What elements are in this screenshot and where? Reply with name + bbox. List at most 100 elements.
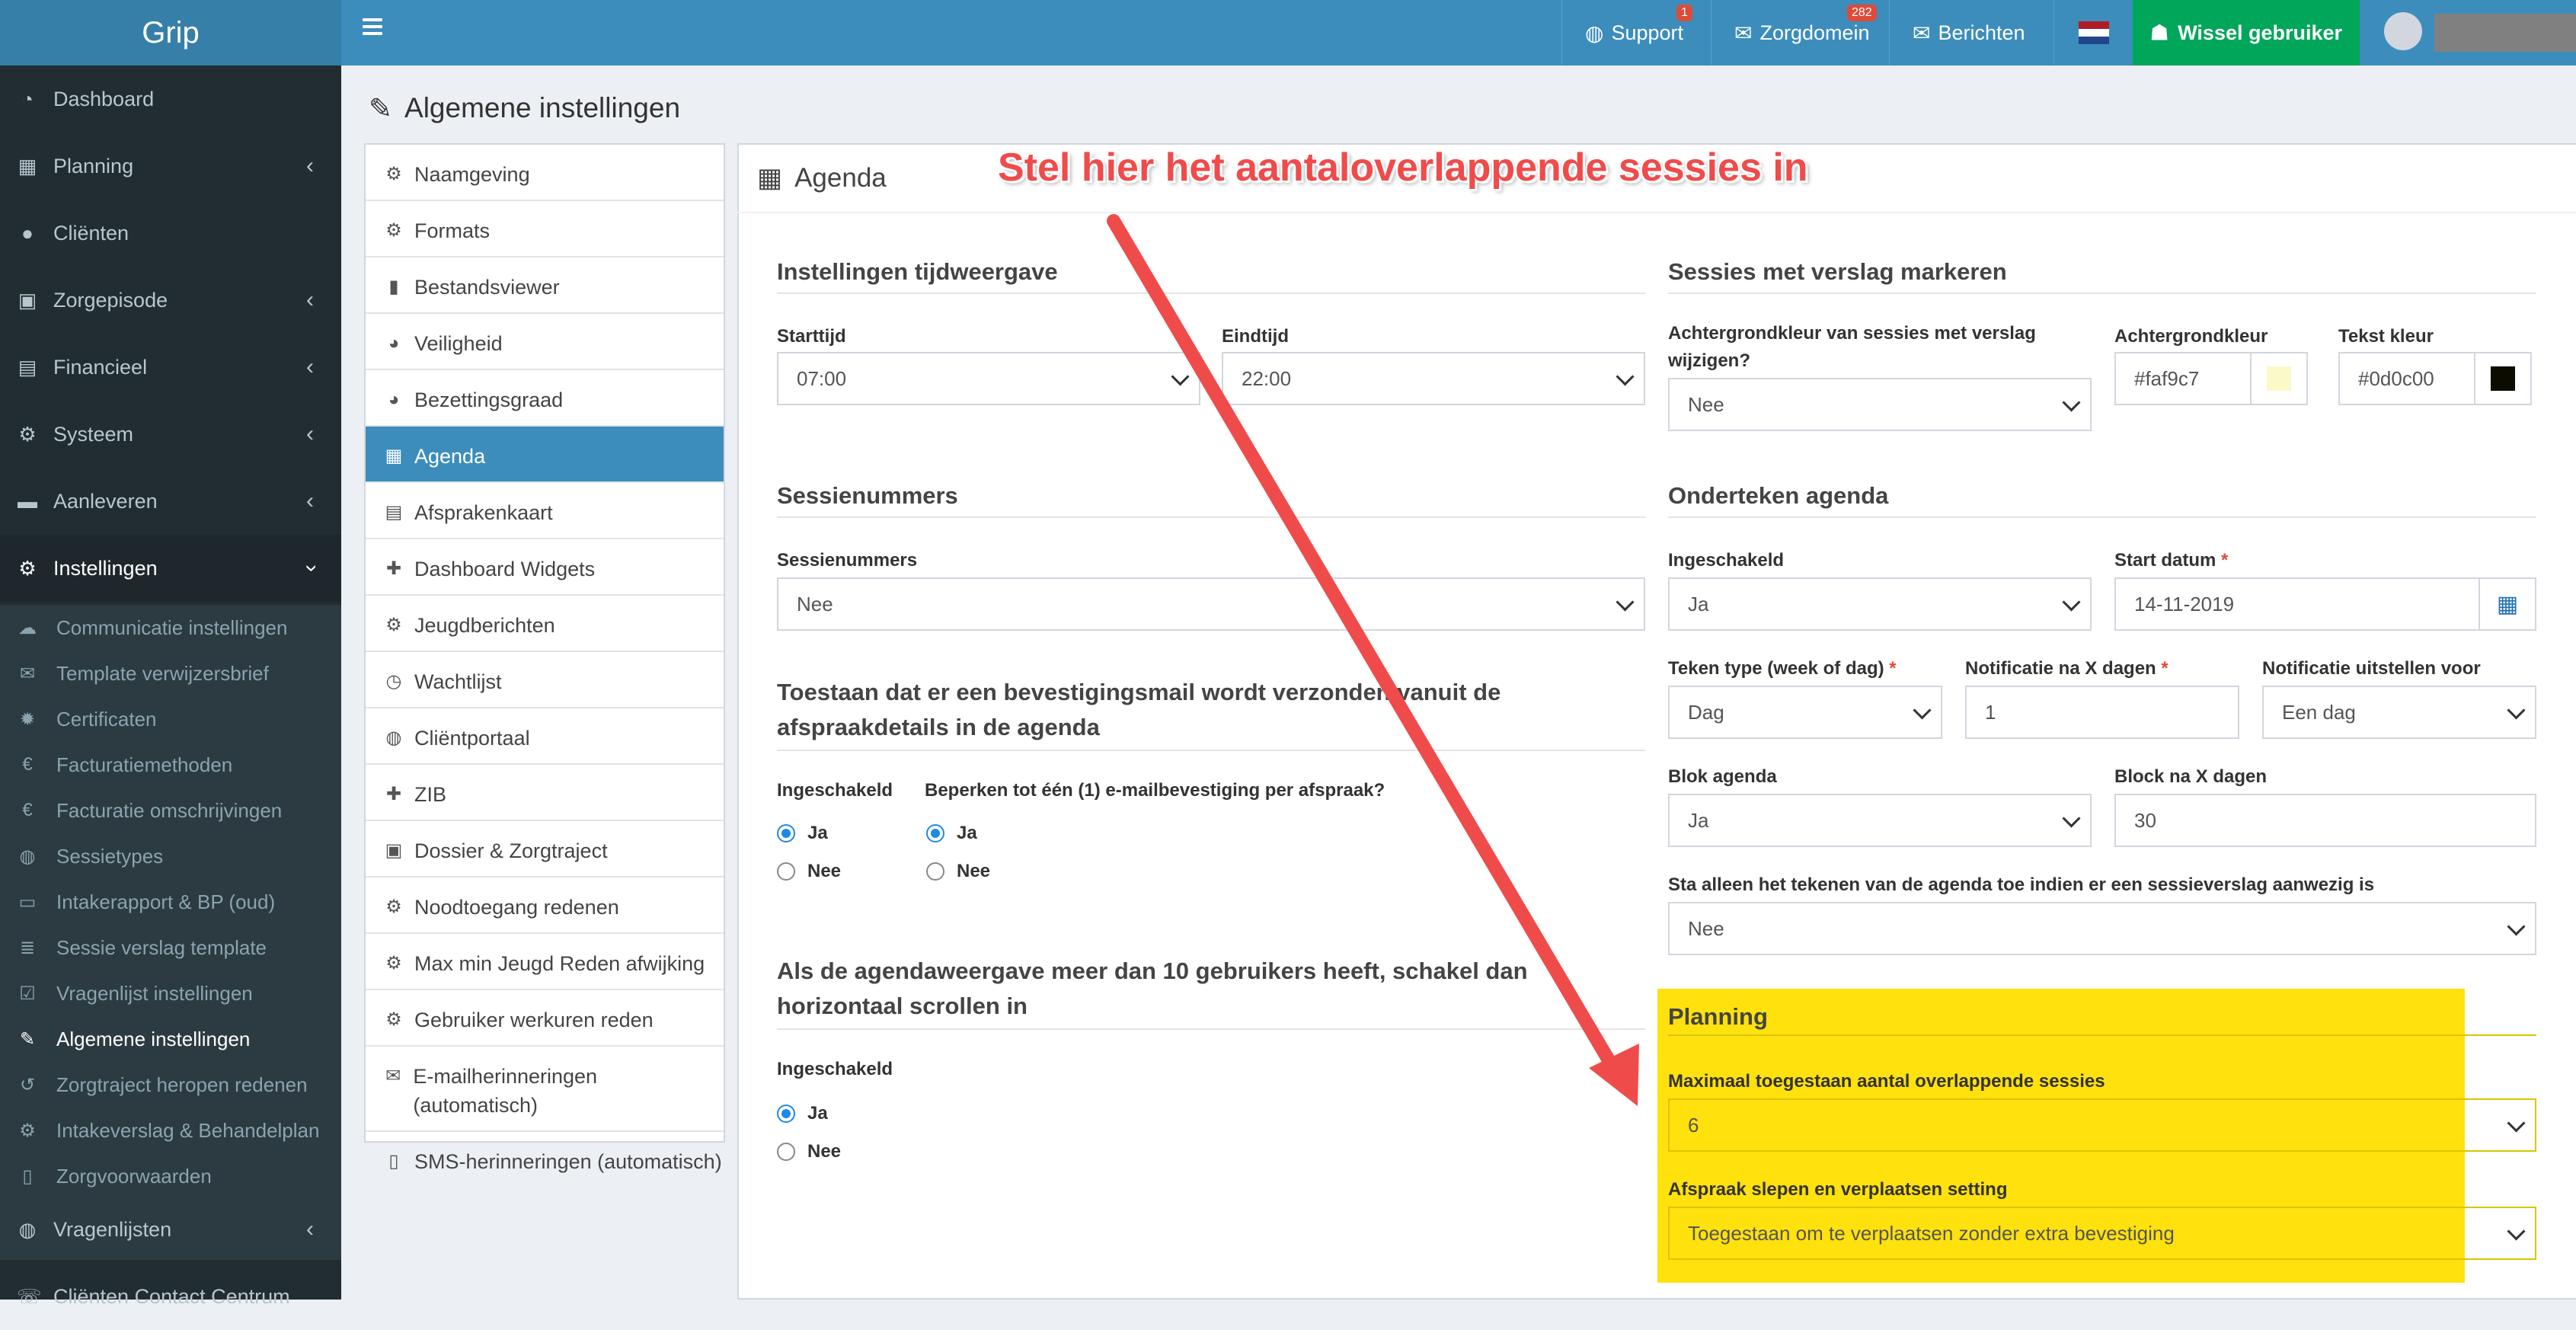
submenu-label: Sessie verslag template bbox=[56, 935, 267, 959]
berichten-link[interactable]: ✉ Berichten bbox=[1889, 0, 2048, 66]
bg-color-swatch[interactable] bbox=[2250, 352, 2308, 405]
drag-select[interactable]: Toegestaan om te verplaatsen zonder extr… bbox=[1668, 1207, 2536, 1260]
scrollen-ja[interactable]: Ja bbox=[777, 1103, 828, 1124]
user-name-redacted[interactable] bbox=[2434, 14, 2576, 52]
settings-item-gebruiker-werkuren[interactable]: ⚙ Gebruiker werkuren reden bbox=[366, 990, 724, 1047]
bevestigingsmail-enabled-ja[interactable]: Ja bbox=[777, 823, 828, 844]
sign-type-label: Teken type (week of dag) * bbox=[1668, 655, 1897, 683]
submenu-item[interactable]: ⚙ Intakeverslag & Behandelplan bbox=[0, 1108, 341, 1153]
submenu-item[interactable]: ✉ Template verwijzersbrief bbox=[0, 651, 341, 696]
start-datum-input[interactable]: 14-11-2019 bbox=[2114, 577, 2482, 631]
zorgdomein-link[interactable]: ✉ Zorgdomein 282 bbox=[1711, 0, 1893, 66]
settings-item-noodtoegang-redenen[interactable]: ⚙ Noodtoegang redenen bbox=[366, 878, 724, 934]
settings-item-formats[interactable]: ⚙ Formats bbox=[366, 201, 724, 257]
submenu-item[interactable]: ☁ Communicatie instellingen bbox=[0, 605, 341, 651]
settings-item-zib[interactable]: ✚ ZIB bbox=[366, 765, 724, 821]
sidebar-item-label: Financieel bbox=[53, 355, 148, 379]
bevestigingsmail-limit-nee[interactable]: Nee bbox=[926, 861, 990, 882]
sidebar-item-aanleveren[interactable]: ▬ Aanleveren ‹ bbox=[0, 468, 341, 535]
settings-item-email-herinneringen[interactable]: ✉ E-mailherinneringen (automatisch) bbox=[366, 1047, 724, 1132]
onderteken-enabled-select[interactable]: Ja bbox=[1668, 577, 2092, 631]
submenu-item[interactable]: ▭ Intakerapport & BP (oud) bbox=[0, 879, 341, 925]
max-overlap-select[interactable]: 6 bbox=[1668, 1098, 2536, 1152]
sign-type-select[interactable]: Dag bbox=[1668, 686, 1942, 739]
bg-change-select[interactable]: Nee bbox=[1668, 378, 2092, 431]
truck-icon: ▬ bbox=[18, 489, 37, 513]
settings-item-veiligheid[interactable]: ◕ Veiligheid bbox=[366, 314, 724, 370]
settings-item-label: ZIB bbox=[414, 783, 447, 806]
sessienummers-select[interactable]: Nee bbox=[777, 577, 1645, 631]
block-days-input[interactable]: 30 bbox=[2114, 794, 2536, 847]
submenu-item[interactable]: ✹ Certificaten bbox=[0, 696, 341, 742]
start-datum-label-text: Start datum bbox=[2114, 550, 2216, 571]
only-report-label: Sta alleen het tekenen van de agenda toe… bbox=[1668, 874, 2375, 895]
sidebar-item-instellingen[interactable]: ⚙ Instellingen ‹ bbox=[0, 535, 341, 602]
support-link[interactable]: ◍ Support 1 bbox=[1561, 0, 1706, 66]
menu-toggle-icon[interactable] bbox=[363, 18, 382, 35]
submenu-item[interactable]: € Facturatie omschrijvingen bbox=[0, 788, 341, 833]
divider bbox=[777, 293, 1645, 294]
page-title: ✎ Algemene instellingen bbox=[369, 85, 680, 131]
divider bbox=[1668, 293, 2536, 294]
delay-label: Notificatie uitstellen voor bbox=[2262, 658, 2481, 679]
settings-item-dossier-zorgtraject[interactable]: ▣ Dossier & Zorgtraject bbox=[366, 821, 724, 878]
settings-item-wachtlijst[interactable]: ◷ Wachtlijst bbox=[366, 652, 724, 708]
sidebar-item-clienten-contact-centrum[interactable]: ☏ Cliënten Contact Centrum bbox=[0, 1263, 341, 1330]
bevestigingsmail-limit-ja[interactable]: Ja bbox=[926, 823, 977, 844]
dashboard-icon: ◔ bbox=[21, 87, 34, 110]
settings-item-dashboard-widgets[interactable]: ✚ Dashboard Widgets bbox=[366, 539, 724, 596]
app-logo[interactable]: Grip bbox=[0, 0, 341, 66]
settings-item-label: Bezettingsgraad bbox=[414, 388, 564, 411]
settings-item-bestandsviewer[interactable]: ▮ Bestandsviewer bbox=[366, 257, 724, 314]
settings-item-agenda[interactable]: ▦ Agenda bbox=[366, 427, 724, 483]
instellingen-submenu: ☁ Communicatie instellingen ✉ Template ver… bbox=[0, 605, 341, 1260]
sidebar-item-vragenlijsten[interactable]: ◍ Vragenlijsten ‹ bbox=[0, 1196, 341, 1263]
scrollen-nee[interactable]: Nee bbox=[777, 1141, 841, 1162]
scrollen-enabled-label: Ingeschakeld bbox=[777, 1059, 893, 1079]
bg-change-label: Achtergrondkleur van sessies met verslag… bbox=[1668, 323, 2036, 371]
bg-color-input[interactable]: #faf9c7 bbox=[2114, 352, 2252, 405]
cogs-icon: ⚙ bbox=[18, 422, 37, 446]
text-color-swatch[interactable] bbox=[2474, 352, 2532, 405]
submenu-item[interactable]: ☑ Vragenlijst instellingen bbox=[0, 970, 341, 1016]
sidebar-item-zorgepisode[interactable]: ▣ Zorgepisode ‹ bbox=[0, 267, 341, 334]
radio-label: Nee bbox=[807, 1141, 842, 1162]
starttijd-select[interactable]: 07:00 bbox=[777, 352, 1200, 405]
chevron-down-icon bbox=[1616, 593, 1635, 612]
calendar-picker-button[interactable]: ▦ bbox=[2479, 577, 2536, 631]
submenu-item[interactable]: ▯ Zorgvoorwaarden bbox=[0, 1153, 341, 1199]
submenu-item[interactable]: ◍ Sessietypes bbox=[0, 833, 341, 879]
sidebar-item-clienten[interactable]: ● Cliënten bbox=[0, 200, 341, 267]
eindtijd-select[interactable]: 22:00 bbox=[1222, 352, 1645, 405]
settings-item-bezettingsgraad[interactable]: ◕ Bezettingsgraad bbox=[366, 370, 724, 427]
settings-item-afsprakenkaart[interactable]: ▤ Afsprakenkaart bbox=[366, 483, 724, 539]
submenu-item[interactable]: € Facturatiemethoden bbox=[0, 742, 341, 788]
bevestigingsmail-enabled-nee[interactable]: Nee bbox=[777, 861, 841, 882]
chevron-down-icon bbox=[1616, 367, 1635, 386]
block-select[interactable]: Ja bbox=[1668, 794, 2092, 847]
sidebar-item-dashboard[interactable]: ◔ Dashboard bbox=[0, 66, 341, 133]
settings-item-max-min-jeugd[interactable]: ⚙ Max min Jeugd Reden afwijking bbox=[366, 934, 724, 990]
radio-unchecked bbox=[777, 862, 795, 881]
comments-icon: ☁ bbox=[18, 617, 37, 638]
switch-user-button[interactable]: ☗ Wissel gebruiker bbox=[2133, 0, 2360, 66]
sidebar-item-financieel[interactable]: ▤ Financieel ‹ bbox=[0, 334, 341, 401]
settings-item-naamgeving[interactable]: ⚙ Naamgeving bbox=[366, 145, 724, 201]
user-icon: ● bbox=[21, 221, 34, 245]
only-report-select[interactable]: Nee bbox=[1668, 902, 2536, 955]
support-label: Support bbox=[1611, 21, 1684, 44]
language-selector[interactable] bbox=[2053, 0, 2133, 66]
sidebar-item-systeem[interactable]: ⚙ Systeem ‹ bbox=[0, 401, 341, 468]
settings-item-clientportaal[interactable]: ◍ Cliëntportaal bbox=[366, 708, 724, 765]
submenu-label: Zorgtraject heropen redenen bbox=[56, 1073, 308, 1096]
settings-item-jeugdberichten[interactable]: ⚙ Jeugdberichten bbox=[366, 596, 724, 652]
notify-input[interactable]: 1 bbox=[1965, 686, 2239, 739]
avatar[interactable] bbox=[2384, 12, 2422, 50]
delay-select[interactable]: Een dag bbox=[2262, 686, 2536, 739]
submenu-item[interactable]: ≣ Sessie verslag template bbox=[0, 925, 341, 970]
settings-item-sms-herinneringen[interactable]: ▯ SMS-herinneringen (automatisch) bbox=[366, 1132, 724, 1188]
sidebar-item-planning[interactable]: ▦ Planning ‹ bbox=[0, 133, 341, 200]
submenu-item[interactable]: ↺ Zorgtraject heropen redenen bbox=[0, 1062, 341, 1108]
text-color-input[interactable]: #0d0c00 bbox=[2338, 352, 2475, 405]
submenu-item-active[interactable]: ✎ Algemene instellingen bbox=[0, 1016, 341, 1062]
